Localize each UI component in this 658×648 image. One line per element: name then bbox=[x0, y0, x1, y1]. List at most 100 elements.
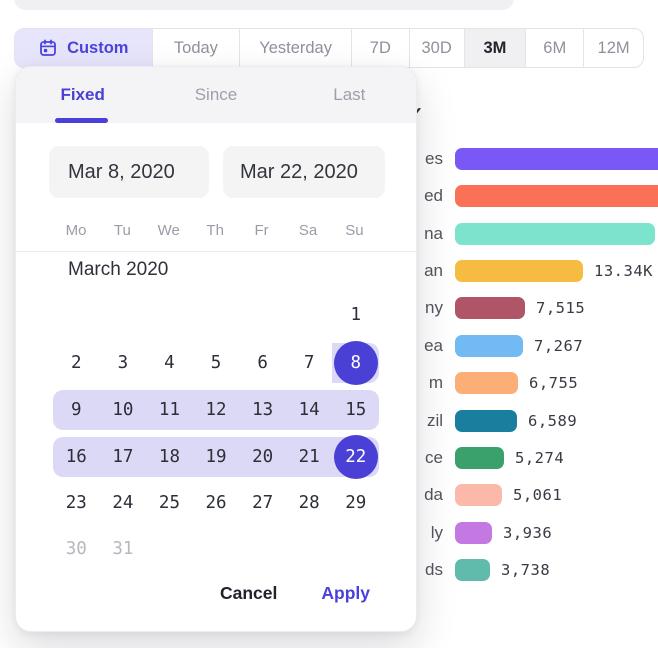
popup-footer: Cancel Apply bbox=[220, 583, 370, 604]
day-cell-5[interactable]: 5 bbox=[193, 343, 240, 383]
day-cell-empty bbox=[332, 529, 379, 569]
bar-value: 6,755 bbox=[529, 374, 578, 392]
toolbar-item-30d[interactable]: 30D bbox=[410, 29, 465, 67]
day-cell-26[interactable]: 26 bbox=[193, 483, 240, 523]
day-cell-2[interactable]: 2 bbox=[53, 343, 100, 383]
day-cell-empty bbox=[239, 295, 286, 335]
bar bbox=[455, 410, 517, 432]
bar bbox=[455, 148, 658, 170]
calendar-icon bbox=[38, 38, 58, 58]
toolbar-item-12m[interactable]: 12M bbox=[584, 29, 643, 67]
day-cell-16[interactable]: 16 bbox=[53, 437, 100, 477]
month-title: March 2020 bbox=[68, 259, 168, 281]
bar-value: 7,515 bbox=[536, 299, 585, 317]
tab-last[interactable]: Last bbox=[283, 67, 416, 123]
toolbar-item-today[interactable]: Today bbox=[153, 29, 241, 67]
custom-range-button[interactable]: Custom bbox=[15, 29, 153, 67]
bar bbox=[455, 484, 502, 506]
day-cell-21[interactable]: 21 bbox=[286, 437, 333, 477]
toolbar-item-3m[interactable]: 3M bbox=[465, 29, 527, 67]
day-cell-13[interactable]: 13 bbox=[239, 390, 286, 430]
date-picker-popup: Fixed Since Last Mar 8, 2020 Mar 22, 202… bbox=[15, 66, 417, 632]
date-range-toolbar: Custom TodayYesterday7D30D3M6M12M bbox=[14, 28, 644, 68]
selected-end-day[interactable]: 22 bbox=[334, 435, 378, 479]
bar-value: 5,061 bbox=[513, 486, 562, 504]
bar bbox=[455, 297, 525, 319]
day-cell-empty bbox=[53, 295, 100, 335]
day-cell-4[interactable]: 4 bbox=[146, 343, 193, 383]
bar bbox=[455, 260, 583, 282]
day-cell-12[interactable]: 12 bbox=[193, 390, 240, 430]
day-cell-empty bbox=[239, 529, 286, 569]
weekday-label: Sa bbox=[285, 222, 331, 239]
selected-start-day[interactable]: 8 bbox=[334, 341, 378, 385]
toolbar-item-yesterday[interactable]: Yesterday bbox=[240, 29, 352, 67]
day-cell-31[interactable]: 31 bbox=[100, 529, 147, 569]
day-cell-20[interactable]: 20 bbox=[239, 437, 286, 477]
day-cell-empty bbox=[286, 295, 333, 335]
day-cell-30[interactable]: 30 bbox=[53, 529, 100, 569]
calendar-week-row: 2345678 bbox=[53, 343, 379, 383]
cancel-button[interactable]: Cancel bbox=[220, 583, 277, 604]
day-cell-22[interactable]: 22 bbox=[332, 437, 379, 477]
bar-value: 3,936 bbox=[503, 524, 552, 542]
day-cell-empty bbox=[286, 529, 333, 569]
bar-value: 6,589 bbox=[528, 412, 577, 430]
day-cell-23[interactable]: 23 bbox=[53, 483, 100, 523]
day-cell-25[interactable]: 25 bbox=[146, 483, 193, 523]
bar bbox=[455, 447, 504, 469]
bar-value: 7,267 bbox=[534, 337, 583, 355]
bar-value: 3,738 bbox=[501, 561, 550, 579]
apply-button[interactable]: Apply bbox=[321, 583, 370, 604]
bar bbox=[455, 522, 492, 544]
calendar-week-row: 3031 bbox=[53, 529, 379, 569]
day-cell-24[interactable]: 24 bbox=[100, 483, 147, 523]
bar bbox=[455, 185, 658, 207]
bar bbox=[455, 335, 523, 357]
day-cell-27[interactable]: 27 bbox=[239, 483, 286, 523]
date-picker-tabs: Fixed Since Last bbox=[16, 67, 416, 123]
day-cell-9[interactable]: 9 bbox=[53, 390, 100, 430]
day-cell-3[interactable]: 3 bbox=[100, 343, 147, 383]
calendar-week-row: 1 bbox=[53, 295, 379, 335]
day-cell-7[interactable]: 7 bbox=[286, 343, 333, 383]
day-cell-empty bbox=[193, 529, 240, 569]
bar-value: 5,274 bbox=[515, 449, 564, 467]
bar-value: 13.34K bbox=[594, 262, 653, 280]
day-cell-empty bbox=[146, 529, 193, 569]
day-cell-14[interactable]: 14 bbox=[286, 390, 333, 430]
calendar-week-row: 9101112131415 bbox=[53, 390, 379, 430]
day-cell-18[interactable]: 18 bbox=[146, 437, 193, 477]
calendar-week-row: 23242526272829 bbox=[53, 483, 379, 523]
weekday-label: Mo bbox=[53, 222, 99, 239]
day-cell-1[interactable]: 1 bbox=[332, 295, 379, 335]
day-cell-19[interactable]: 19 bbox=[193, 437, 240, 477]
calendar-week-row: 16171819202122 bbox=[53, 437, 379, 477]
day-cell-6[interactable]: 6 bbox=[239, 343, 286, 383]
day-cell-empty bbox=[100, 295, 147, 335]
tab-fixed[interactable]: Fixed bbox=[16, 67, 149, 123]
toolbar-item-7d[interactable]: 7D bbox=[352, 29, 410, 67]
active-tab-underline bbox=[55, 118, 108, 123]
weekday-label: We bbox=[146, 222, 192, 239]
tab-since[interactable]: Since bbox=[149, 67, 282, 123]
weekday-label: Th bbox=[192, 222, 238, 239]
day-cell-15[interactable]: 15 bbox=[332, 390, 379, 430]
divider bbox=[16, 251, 416, 252]
weekday-label: Su bbox=[331, 222, 377, 239]
day-cell-10[interactable]: 10 bbox=[100, 390, 147, 430]
start-date-input[interactable]: Mar 8, 2020 bbox=[49, 146, 209, 198]
bar bbox=[455, 223, 655, 245]
bar bbox=[455, 372, 518, 394]
weekday-label: Fr bbox=[239, 222, 285, 239]
end-date-input[interactable]: Mar 22, 2020 bbox=[223, 146, 385, 198]
day-cell-8[interactable]: 8 bbox=[332, 343, 379, 383]
custom-range-label: Custom bbox=[67, 39, 128, 58]
day-cell-28[interactable]: 28 bbox=[286, 483, 333, 523]
weekday-label: Tu bbox=[99, 222, 145, 239]
day-cell-29[interactable]: 29 bbox=[332, 483, 379, 523]
bar bbox=[455, 559, 490, 581]
day-cell-17[interactable]: 17 bbox=[100, 437, 147, 477]
toolbar-item-6m[interactable]: 6M bbox=[526, 29, 584, 67]
day-cell-11[interactable]: 11 bbox=[146, 390, 193, 430]
